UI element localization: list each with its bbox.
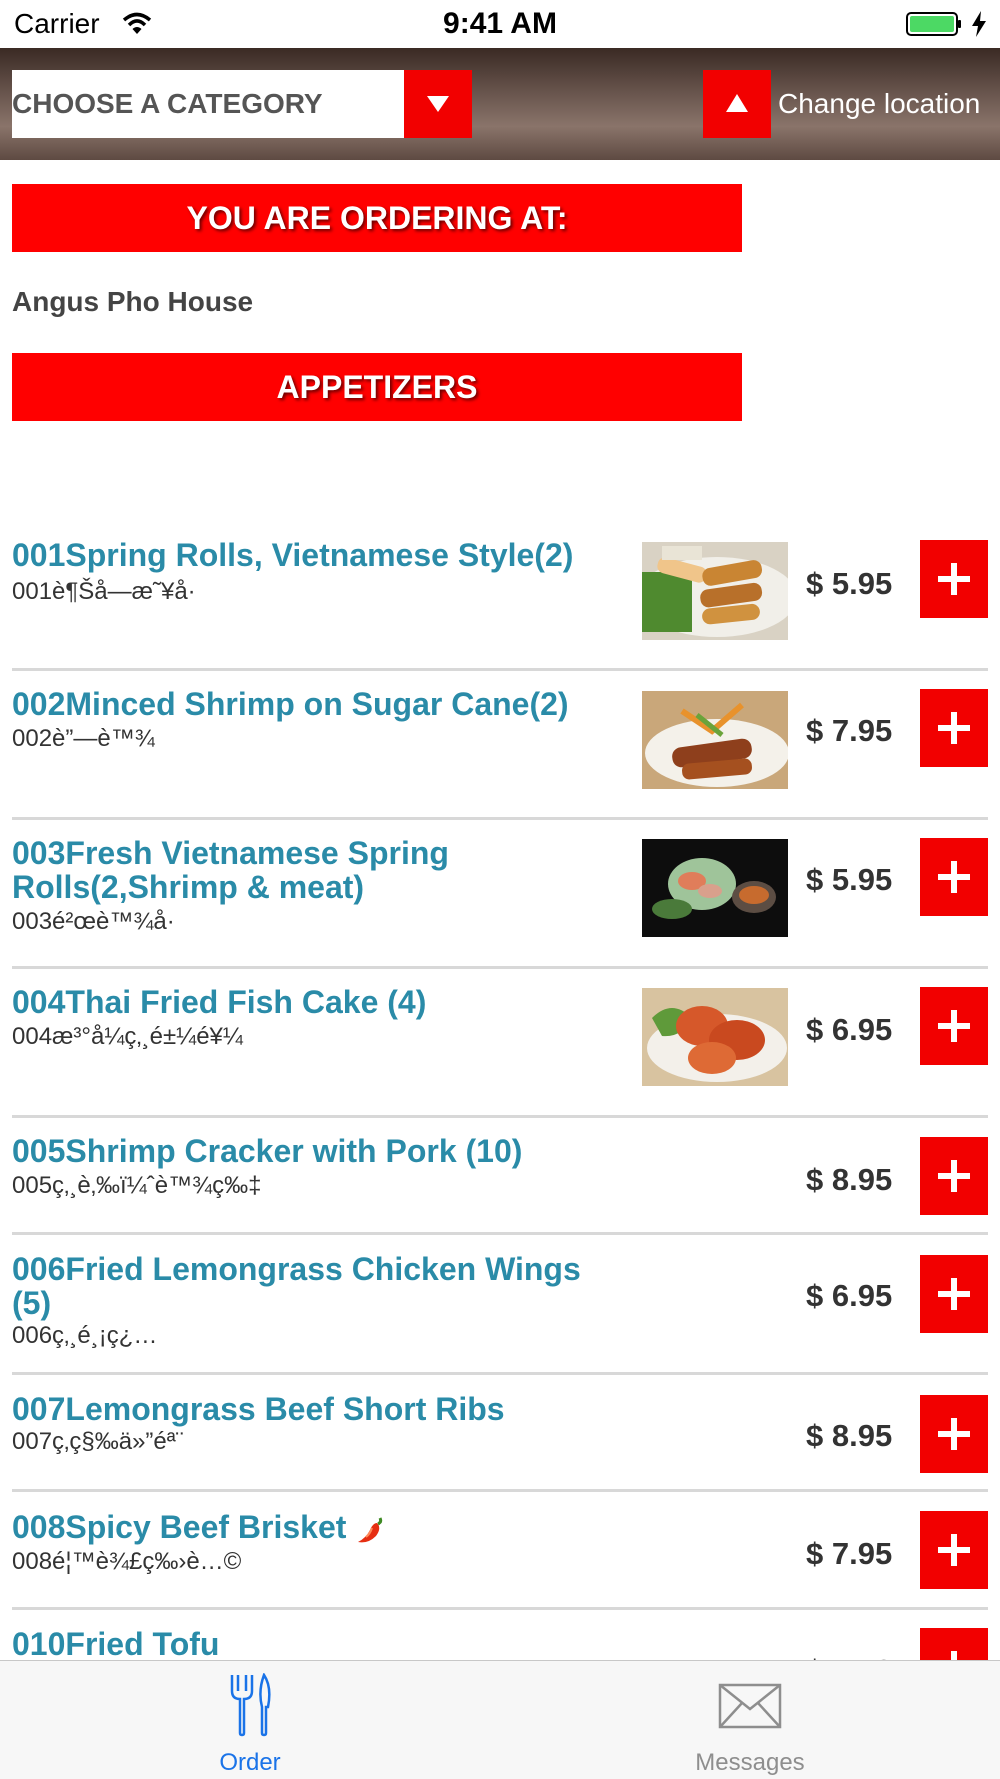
item-title: 003Fresh Vietnamese Spring Rolls(2,Shrim… xyxy=(12,835,449,905)
chevron-down-icon xyxy=(427,96,449,112)
item-subtitle: 001è¶Šå—æ˜¥å· xyxy=(12,578,196,605)
item-subtitle: 005ç‚¸è‚‰ï¼ˆè™¾ç‰‡ xyxy=(12,1172,262,1199)
tab-order[interactable]: Order xyxy=(0,1661,500,1779)
item-subtitle: 004æ³°å¼ç‚¸é±¼é¥¼ xyxy=(12,1023,243,1050)
plus-icon xyxy=(938,1010,970,1042)
item-title-row: 008Spicy Beef Brisket xyxy=(12,1510,622,1546)
change-location-button[interactable] xyxy=(703,70,771,138)
chili-pepper-icon xyxy=(358,1516,383,1542)
item-price: $ 6.95 xyxy=(806,1012,893,1047)
ordering-at-banner: YOU ARE ORDERING AT: xyxy=(12,184,742,252)
item-subtitle: 002è”—è™¾ xyxy=(12,725,155,752)
item-title: 010Fried Tofu xyxy=(12,1626,220,1662)
menu-item[interactable]: 008Spicy Beef Brisket 008é¦™è¾£ç‰›è…© $ … xyxy=(0,1510,1000,1608)
item-photo xyxy=(642,691,788,789)
divider xyxy=(12,1232,988,1235)
menu-item[interactable]: 007Lemongrass Beef Short Ribs 007ç‚ç§‰ä»… xyxy=(0,1392,1000,1490)
plus-icon xyxy=(938,861,970,893)
divider xyxy=(12,1372,988,1375)
item-title: 004Thai Fried Fish Cake (4) xyxy=(12,984,427,1020)
menu-item[interactable]: 004Thai Fried Fish Cake (4) 004æ³°å¼ç‚¸é… xyxy=(0,985,1000,1115)
add-to-cart-button[interactable] xyxy=(920,1137,988,1215)
item-photo xyxy=(642,988,788,1086)
chevron-up-icon xyxy=(726,94,748,112)
add-to-cart-button[interactable] xyxy=(920,1255,988,1333)
item-price: $ 8.95 xyxy=(806,1418,893,1453)
category-banner: APPETIZERS xyxy=(12,353,742,421)
menu-item[interactable]: 001Spring Rolls, Vietnamese Style(2) 001… xyxy=(0,538,1000,668)
envelope-icon xyxy=(718,1683,782,1729)
tab-bar: Order Messages xyxy=(0,1660,1000,1779)
menu-item[interactable]: 006Fried Lemongrass Chicken Wings (5) 00… xyxy=(0,1252,1000,1372)
add-to-cart-button[interactable] xyxy=(920,540,988,618)
plus-icon xyxy=(938,1418,970,1450)
item-subtitle: 003é²œè™¾å· xyxy=(12,908,175,935)
divider xyxy=(12,668,988,671)
restaurant-name: Angus Pho House xyxy=(12,286,254,317)
divider xyxy=(12,1115,988,1118)
item-subtitle: 007ç‚ç§‰ä»”éª¨ xyxy=(12,1428,184,1455)
tab-order-label: Order xyxy=(219,1749,281,1776)
item-photo xyxy=(642,839,788,937)
battery-icon xyxy=(906,12,961,36)
plus-icon xyxy=(938,1160,970,1192)
item-title: 007Lemongrass Beef Short Ribs xyxy=(12,1391,505,1427)
status-bar: Carrier 9:41 AM xyxy=(0,0,1000,48)
clock: 9:41 AM xyxy=(443,7,557,40)
item-title: 005Shrimp Cracker with Pork (10) xyxy=(12,1133,523,1169)
plus-icon xyxy=(938,1534,970,1566)
divider xyxy=(12,966,988,969)
change-location-link[interactable]: Change location xyxy=(778,70,980,138)
tab-messages[interactable]: Messages xyxy=(500,1661,1000,1779)
plus-icon xyxy=(938,1278,970,1310)
charging-bolt-icon xyxy=(972,11,986,37)
item-price: $ 5.95 xyxy=(806,566,893,601)
category-dropdown[interactable]: CHOOSE A CATEGORY xyxy=(12,70,472,138)
plus-icon xyxy=(938,563,970,595)
item-subtitle: 006ç‚¸é¸¡ç¿… xyxy=(12,1322,158,1349)
item-title: 006Fried Lemongrass Chicken Wings (5) xyxy=(12,1251,581,1321)
menu-item[interactable]: 005Shrimp Cracker with Pork (10) 005ç‚¸è… xyxy=(0,1134,1000,1232)
add-to-cart-button[interactable] xyxy=(920,1511,988,1589)
item-title: 008Spicy Beef Brisket xyxy=(12,1509,347,1545)
divider xyxy=(12,1489,988,1492)
add-to-cart-button[interactable] xyxy=(920,1395,988,1473)
header-bar: CHOOSE A CATEGORY Change location xyxy=(0,48,1000,160)
item-price: $ 5.95 xyxy=(806,862,893,897)
item-photo xyxy=(642,542,788,640)
fork-knife-icon xyxy=(230,1673,271,1737)
plus-icon xyxy=(938,712,970,744)
tab-messages-label: Messages xyxy=(695,1749,805,1776)
item-title: 001Spring Rolls, Vietnamese Style(2) xyxy=(12,537,574,573)
divider xyxy=(12,817,988,820)
category-dropdown-label: CHOOSE A CATEGORY xyxy=(12,88,323,119)
add-to-cart-button[interactable] xyxy=(920,838,988,916)
item-subtitle: 008é¦™è¾£ç‰›è…© xyxy=(12,1548,242,1575)
item-price: $ 7.95 xyxy=(806,1536,893,1571)
menu-item[interactable]: 002Minced Shrimp on Sugar Cane(2) 002è”—… xyxy=(0,687,1000,817)
item-price: $ 6.95 xyxy=(806,1278,893,1313)
divider xyxy=(12,1607,988,1610)
category-dropdown-button[interactable] xyxy=(404,70,472,138)
item-price: $ 7.95 xyxy=(806,713,893,748)
menu-item[interactable]: 003Fresh Vietnamese Spring Rolls(2,Shrim… xyxy=(0,836,1000,966)
add-to-cart-button[interactable] xyxy=(920,689,988,767)
item-title: 002Minced Shrimp on Sugar Cane(2) xyxy=(12,686,569,722)
item-price: $ 8.95 xyxy=(806,1162,893,1197)
add-to-cart-button[interactable] xyxy=(920,987,988,1065)
